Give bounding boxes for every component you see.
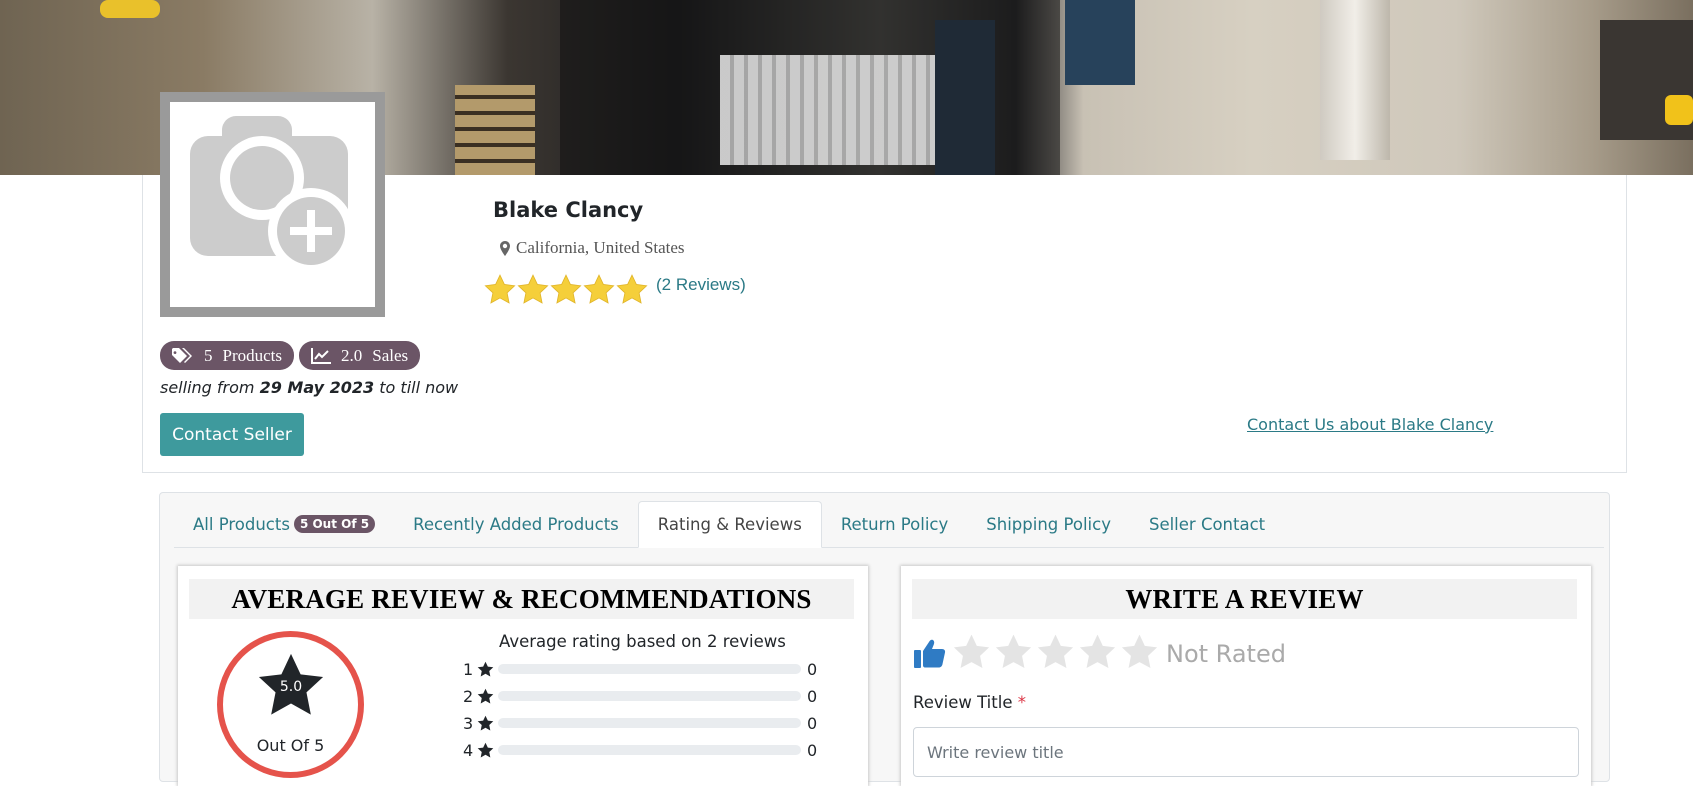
rating-row-count: 0 xyxy=(807,659,818,679)
since-date: 29 May 2023 xyxy=(259,378,375,397)
seller-stats: 5 Products 2.0 Sales xyxy=(160,341,421,370)
sales-badge: 2.0 Sales xyxy=(299,341,421,370)
seller-rating: (2 Reviews) xyxy=(483,273,746,307)
since-prefix: selling from xyxy=(160,378,255,397)
write-review-card: WRITE A REVIEW Not Rated Review Title * xyxy=(901,566,1591,786)
seller-avatar[interactable] xyxy=(160,92,385,317)
contact-us-link[interactable]: Contact Us about Blake Clancy xyxy=(1247,415,1493,434)
rating-row-count: 0 xyxy=(807,740,818,760)
star-icon xyxy=(477,661,494,676)
tab-return-policy[interactable]: Return Policy xyxy=(822,501,967,547)
review-title-label: Review Title * xyxy=(913,693,1026,712)
seller-location: California, United States xyxy=(500,238,685,258)
star-icon[interactable] xyxy=(951,632,992,673)
rating-row-count: 0 xyxy=(807,686,818,706)
seller-location-text: California, United States xyxy=(516,238,685,257)
review-title-label-text: Review Title xyxy=(913,693,1013,712)
out-of-label: Out Of 5 xyxy=(256,736,325,755)
products-count: 5 xyxy=(204,345,213,365)
star-icon[interactable] xyxy=(993,632,1034,673)
rating-bar xyxy=(498,745,801,755)
products-badge: 5 Products xyxy=(160,341,294,370)
rating-row-count: 0 xyxy=(807,713,818,733)
star-icon xyxy=(477,688,494,703)
write-review-heading: WRITE A REVIEW xyxy=(912,579,1577,619)
star-icon xyxy=(517,274,549,304)
star-icon xyxy=(616,274,648,304)
average-based-on: Average rating based on 2 reviews xyxy=(499,632,786,651)
tab-seller-contact[interactable]: Seller Contact xyxy=(1130,501,1284,547)
rating-row: 2 0 xyxy=(463,686,817,706)
tab-all-products[interactable]: All Products 5 Out Of 5 xyxy=(174,501,394,547)
star-icon xyxy=(550,274,582,304)
rating-row: 4 0 xyxy=(463,740,817,760)
rating-row-stars: 1 xyxy=(463,659,474,679)
selling-since: selling from 29 May 2023 to till now xyxy=(160,378,458,397)
tab-rating-reviews[interactable]: Rating & Reviews xyxy=(637,501,822,548)
star-icon[interactable] xyxy=(1077,632,1118,673)
products-label: Products xyxy=(222,345,283,365)
rating-row-stars: 3 xyxy=(463,713,474,733)
tab-label: All Products xyxy=(193,514,290,534)
line-chart-icon xyxy=(311,347,331,364)
rating-row: 3 0 xyxy=(463,713,817,733)
tab-shipping-policy[interactable]: Shipping Policy xyxy=(967,501,1130,547)
average-score: 5.0 xyxy=(279,679,303,695)
star-icon xyxy=(477,742,494,757)
rating-row: 1 0 xyxy=(463,659,817,679)
star-icon xyxy=(477,715,494,730)
review-title-input[interactable] xyxy=(913,727,1579,777)
sales-count: 2.0 xyxy=(341,345,363,365)
thumbs-up-icon xyxy=(914,639,946,668)
seller-name: Blake Clancy xyxy=(493,198,644,222)
since-suffix: to till now xyxy=(379,378,459,397)
average-review-heading: AVERAGE REVIEW & RECOMMENDATIONS xyxy=(189,579,854,619)
products-count-pill: 5 Out Of 5 xyxy=(293,515,376,533)
seller-tabs: All Products 5 Out Of 5 Recently Added P… xyxy=(174,501,1604,548)
average-review-card: AVERAGE REVIEW & RECOMMENDATIONS 5.0 Out… xyxy=(178,566,868,786)
rating-bar xyxy=(498,691,801,701)
review-star-input[interactable] xyxy=(951,632,1161,673)
rating-status: Not Rated xyxy=(1166,640,1286,668)
tab-recently-added[interactable]: Recently Added Products xyxy=(394,501,638,547)
contact-seller-button[interactable]: Contact Seller xyxy=(160,413,304,456)
star-icon[interactable] xyxy=(1035,632,1076,673)
rating-row-stars: 4 xyxy=(463,740,474,760)
star-icon xyxy=(583,274,615,304)
rating-row-stars: 2 xyxy=(463,686,474,706)
star-icon[interactable] xyxy=(1119,632,1160,673)
required-mark: * xyxy=(1017,693,1026,712)
reviews-count-link[interactable]: (2 Reviews) xyxy=(656,275,746,295)
rating-bar xyxy=(498,718,801,728)
average-score-circle: 5.0 Out Of 5 xyxy=(217,631,364,778)
tags-icon xyxy=(172,347,192,363)
sales-label: Sales xyxy=(372,345,409,365)
rating-bar xyxy=(498,664,801,674)
map-marker-icon xyxy=(500,240,510,256)
star-icon xyxy=(484,274,516,304)
